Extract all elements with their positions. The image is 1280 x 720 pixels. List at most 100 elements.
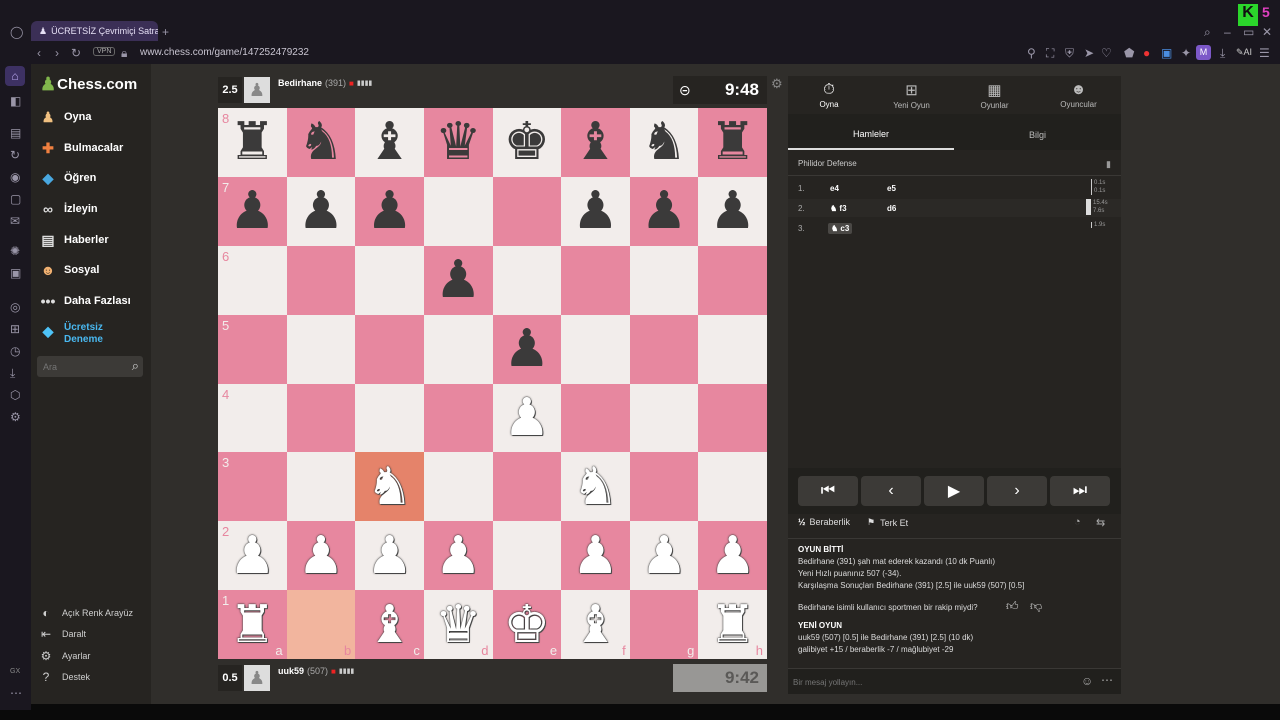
sidebar-support[interactable]: ? Destek	[38, 670, 90, 684]
top-player-name[interactable]: Bedirhane	[278, 78, 322, 88]
send-icon[interactable]: ➤	[1084, 46, 1094, 60]
next-move-button[interactable]: ›	[987, 476, 1047, 506]
snapshot-icon[interactable]: ⛶	[1046, 46, 1054, 60]
thumbs-up-icon[interactable]: 👍︎	[1006, 599, 1019, 614]
square-d1[interactable]: ♛ d	[423, 590, 493, 659]
white-knight-icon[interactable]: ♞	[366, 461, 413, 513]
black-pawn-icon[interactable]: ♟	[504, 323, 551, 375]
square-h6[interactable]	[698, 245, 767, 315]
move-white[interactable]: e4	[820, 184, 887, 193]
white-bishop-icon[interactable]: ♝	[366, 599, 413, 651]
square-a6[interactable]: 6	[218, 245, 287, 315]
cf-icon[interactable]: ▣	[10, 266, 21, 280]
sidebar-light-theme[interactable]: ◐ Açık Renk Arayüz	[38, 606, 133, 620]
square-a7[interactable]: ♟ 7	[218, 176, 287, 246]
square-c1[interactable]: ♝ c	[355, 590, 424, 659]
search-icon[interactable]: ⌕	[1204, 25, 1211, 39]
square-c2[interactable]: ♟	[355, 521, 424, 591]
avatar[interactable]: ♟	[244, 77, 270, 103]
black-knight-icon[interactable]: ♞	[298, 116, 345, 168]
square-g4[interactable]	[629, 383, 699, 453]
square-d3[interactable]	[423, 452, 493, 522]
square-f1[interactable]: ♝ f	[561, 590, 630, 659]
square-g7[interactable]: ♟	[629, 176, 699, 246]
sidebar-collapse[interactable]: ⇤ Daralt	[38, 627, 86, 641]
profile-avatar[interactable]: M	[1196, 45, 1211, 60]
new-tab-icon[interactable]: +	[162, 25, 169, 39]
tab-oyunlar[interactable]: ▦ Oyunlar	[953, 76, 1036, 114]
extension-blue-icon[interactable]: ▣	[1161, 46, 1172, 60]
square-e3[interactable]	[492, 452, 562, 522]
square-g1[interactable]: g	[629, 590, 699, 659]
cube-icon[interactable]: ⬡	[10, 388, 20, 402]
square-a8[interactable]: ♜ 8	[218, 108, 287, 177]
first-move-button[interactable]: ⏮	[798, 476, 858, 506]
square-d5[interactable]	[423, 314, 493, 384]
square-g3[interactable]	[629, 452, 699, 522]
discord-icon[interactable]: ◉	[10, 170, 20, 184]
play-button[interactable]: ▶	[924, 476, 984, 506]
square-c3[interactable]: ♞	[355, 452, 424, 522]
thumbs-down-icon[interactable]: 👎︎	[1030, 599, 1042, 614]
white-queen-icon[interactable]: ♛	[435, 599, 482, 651]
square-e8[interactable]: ♚	[492, 108, 562, 177]
white-rook-icon[interactable]: ♜	[229, 599, 276, 651]
square-b4[interactable]	[286, 383, 356, 453]
search-icon[interactable]: ⌕	[132, 358, 139, 374]
square-a5[interactable]: 5	[218, 314, 287, 384]
black-bishop-icon[interactable]: ♝	[366, 116, 413, 168]
sidebar-item-ogren[interactable]: ◆ Öğren	[38, 169, 97, 187]
square-a2[interactable]: ♟ 2	[218, 521, 287, 591]
more-rail-icon[interactable]: ⋯	[10, 686, 22, 700]
avatar[interactable]: ♟	[244, 665, 270, 691]
sidebar-item-bulmacalar[interactable]: ✚ Bulmacalar	[38, 139, 123, 157]
instagram-icon[interactable]: ▢	[10, 192, 21, 206]
sidebar-item-trial[interactable]: ◆ Ücretsiz Deneme	[38, 322, 103, 346]
analysis-icon[interactable]: ◔	[1074, 516, 1081, 528]
chatgpt-icon[interactable]: ✺	[10, 244, 20, 258]
draw-button[interactable]: ½ Beraberlik	[798, 517, 850, 527]
black-pawn-icon[interactable]: ♟	[709, 185, 756, 237]
emoji-icon[interactable]: ☺	[1081, 674, 1093, 688]
move-black[interactable]: e5	[887, 184, 987, 193]
search-box[interactable]: ⌕	[37, 356, 143, 377]
settings-rail-icon[interactable]: ⚙	[10, 410, 21, 424]
white-bishop-icon[interactable]: ♝	[572, 599, 619, 651]
white-pawn-icon[interactable]: ♟	[572, 530, 619, 582]
history-icon[interactable]: ◷	[10, 344, 20, 358]
square-e2[interactable]	[492, 521, 562, 591]
pin-icon[interactable]: ⚲	[1027, 46, 1036, 60]
tab-yeni-oyun[interactable]: ⊞ Yeni Oyun	[870, 76, 953, 114]
square-e4[interactable]: ♟	[492, 383, 562, 453]
download-rail-icon[interactable]: ⤓	[10, 366, 15, 380]
move-white[interactable]: f3	[839, 204, 846, 213]
square-c4[interactable]	[355, 383, 424, 453]
black-pawn-icon[interactable]: ♟	[366, 185, 413, 237]
sidebar-item-oyna[interactable]: ♟ Oyna	[38, 108, 92, 126]
white-pawn-icon[interactable]: ♟	[435, 530, 482, 582]
current-move[interactable]: ♞ c3	[828, 222, 853, 234]
square-c5[interactable]	[355, 314, 424, 384]
square-f2[interactable]: ♟	[561, 521, 630, 591]
black-pawn-icon[interactable]: ♟	[298, 185, 345, 237]
refresh-rail-icon[interactable]: ↻	[10, 148, 20, 162]
black-rook-icon[interactable]: ♜	[709, 116, 756, 168]
board-settings-icon[interactable]: ⚙	[771, 76, 783, 92]
square-h1[interactable]: ♜ h	[698, 590, 767, 659]
close-icon[interactable]: ✕	[1262, 25, 1272, 39]
square-b3[interactable]	[286, 452, 356, 522]
square-c6[interactable]	[355, 245, 424, 315]
black-pawn-icon[interactable]: ♟	[641, 185, 688, 237]
gamepad-icon[interactable]: ◧	[10, 94, 21, 108]
sidebar-item-sosyal[interactable]: ☻ Sosyal	[38, 261, 100, 279]
square-f7[interactable]: ♟	[561, 176, 630, 246]
square-f3[interactable]: ♞	[561, 452, 630, 522]
square-h5[interactable]	[698, 314, 767, 384]
book-icon[interactable]: ▮	[1106, 159, 1111, 170]
black-pawn-icon[interactable]: ♟	[229, 185, 276, 237]
square-d6[interactable]: ♟	[423, 245, 493, 315]
move-black[interactable]: d6	[887, 204, 987, 213]
sidebar-item-haberler[interactable]: ▤ Haberler	[38, 231, 108, 249]
square-b8[interactable]: ♞	[286, 108, 356, 177]
white-pawn-icon[interactable]: ♟	[298, 530, 345, 582]
